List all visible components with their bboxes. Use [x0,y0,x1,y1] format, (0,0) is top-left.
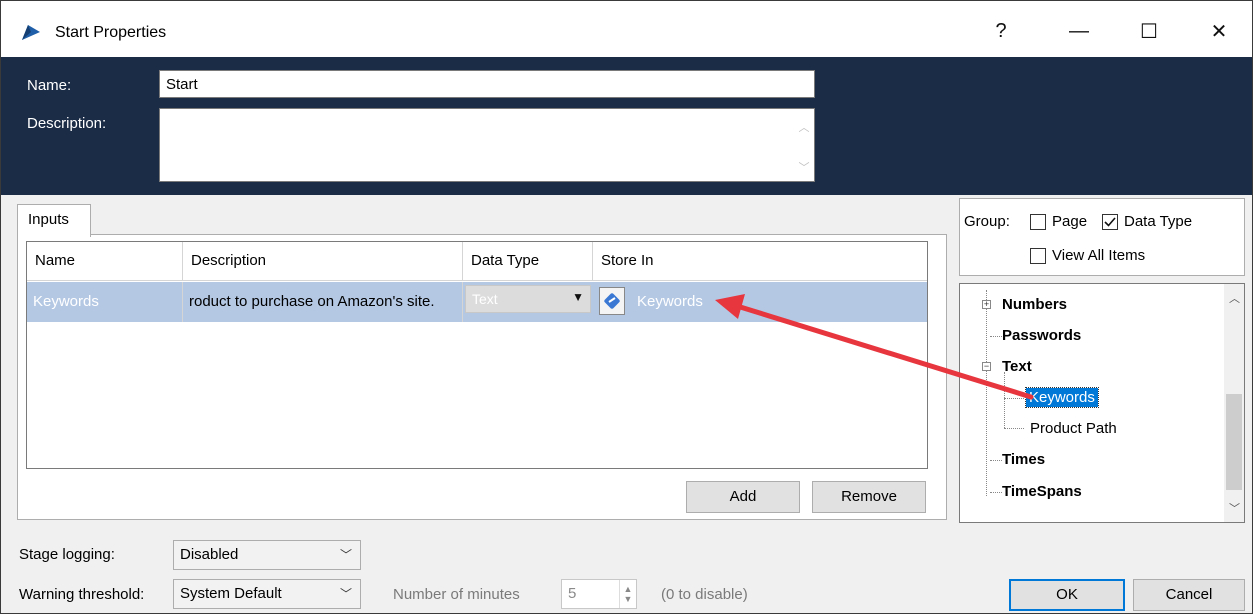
page-checkbox[interactable] [1030,214,1046,230]
dropdown-arrow-icon: ▼ [572,290,584,304]
cell-description[interactable]: roduct to purchase on Amazon's site. [183,282,463,322]
add-button[interactable]: Add [686,481,800,513]
scroll-up-icon: ︿ [798,122,810,134]
tree-connector [1004,372,1005,428]
name-field[interactable]: Start [159,70,815,98]
stage-logging-dropdown[interactable]: Disabled ﹀ [173,540,361,570]
window-title: Start Properties [55,24,167,41]
minutes-value: 5 [568,585,577,602]
column-header-data-type[interactable]: Data Type [463,242,593,280]
ok-button[interactable]: OK [1009,579,1125,611]
expand-icon[interactable]: + [982,300,991,309]
tree-scrollbar[interactable]: ︿ ﹀ [1224,284,1244,522]
tree-item-timespans[interactable]: TimeSpans [1002,483,1082,500]
page-checkbox-label[interactable]: Page [1052,213,1087,230]
maximize-icon: ☐ [1140,20,1158,43]
spinner-buttons[interactable]: ▲ ▼ [619,580,636,608]
remove-button[interactable]: Remove [812,481,926,513]
help-icon: ? [995,19,1007,42]
minutes-label: Number of minutes [393,586,520,603]
tree-item-numbers[interactable]: Numbers [1002,296,1067,313]
data-type-checkbox[interactable] [1102,214,1118,230]
scroll-down-icon: ﹀ [798,162,810,174]
chevron-down-icon: ﹀ [339,587,352,601]
scroll-up-icon[interactable]: ︿ [1229,290,1240,306]
data-item-tree[interactable]: + Numbers Passwords − Text Keywords Prod… [959,283,1245,523]
tab-inputs[interactable]: Inputs [17,204,91,237]
cancel-button[interactable]: Cancel [1133,579,1245,611]
tree-item-passwords[interactable]: Passwords [1002,327,1081,344]
data-type-dropdown[interactable]: Text ▼ [465,285,591,313]
grid-header: Name Description Data Type Store In [27,242,927,281]
spin-down-icon[interactable]: ▼ [624,594,633,604]
cell-store-in[interactable]: Keywords [631,282,927,322]
tree-item-product-path[interactable]: Product Path [1030,420,1117,437]
tree-connector [1004,398,1024,399]
scroll-down-icon[interactable]: ﹀ [1229,500,1240,516]
table-row[interactable]: Keywords roduct to purchase on Amazon's … [27,282,927,322]
stage-logging-label: Stage logging: [19,546,115,563]
column-header-store-in[interactable]: Store In [593,242,927,280]
title-bar: Start Properties ? — ☐ ✕ [1,1,1252,57]
data-type-checkbox-label[interactable]: Data Type [1124,213,1192,230]
tree-item-keywords[interactable]: Keywords [1025,387,1099,408]
stage-logging-value: Disabled [180,546,239,563]
description-scrollbar[interactable]: ︿ ﹀ [798,119,810,175]
group-label: Group: [964,213,1010,230]
minutes-hint: (0 to disable) [661,586,748,603]
warning-threshold-value: System Default [180,585,282,602]
view-all-items-label[interactable]: View All Items [1052,247,1145,264]
data-type-value: Text [472,291,498,307]
data-item-glyph-icon [604,293,620,309]
minutes-spinner[interactable]: 5 ▲ ▼ [561,579,637,609]
maximize-button[interactable]: ☐ [1127,11,1171,51]
tree-connector [990,336,1002,337]
cell-name[interactable]: Keywords [27,282,183,322]
warning-threshold-label: Warning threshold: [19,586,145,603]
description-label: Description: [27,115,107,132]
column-header-description[interactable]: Description [183,242,463,280]
description-field[interactable]: ︿ ﹀ [159,108,815,182]
app-logo-icon [22,25,40,40]
chevron-down-icon: ﹀ [339,548,352,562]
inputs-tab-panel: Name Description Data Type Store In Keyw… [17,234,947,520]
data-item-icon[interactable] [599,287,625,315]
spin-up-icon[interactable]: ▲ [624,584,633,594]
tree-connector [990,492,1002,493]
header-panel: Name: Start Description: ︿ ﹀ [1,57,1252,195]
help-button[interactable]: ? [979,11,1023,51]
minimize-button[interactable]: — [1057,11,1101,51]
collapse-icon[interactable]: − [982,362,991,371]
scrollbar-thumb[interactable] [1226,394,1242,490]
view-all-items-checkbox[interactable] [1030,248,1046,264]
column-header-name[interactable]: Name [27,242,183,280]
tree-connector [990,460,1002,461]
tree-connector [1004,428,1024,429]
tree-connector [986,290,987,496]
name-label: Name: [27,77,72,94]
start-properties-window: Start Properties ? — ☐ ✕ Name: Start Des… [0,0,1253,614]
tree-item-times[interactable]: Times [1002,451,1045,468]
close-button[interactable]: ✕ [1197,11,1241,51]
inputs-grid: Name Description Data Type Store In Keyw… [26,241,928,469]
checkmark-icon [1104,217,1116,227]
tree-item-text[interactable]: Text [1002,358,1032,375]
warning-threshold-dropdown[interactable]: System Default ﹀ [173,579,361,609]
minimize-icon: — [1069,19,1089,42]
close-icon: ✕ [1210,20,1228,43]
group-options: Group: Page Data Type View All Items [959,198,1245,276]
